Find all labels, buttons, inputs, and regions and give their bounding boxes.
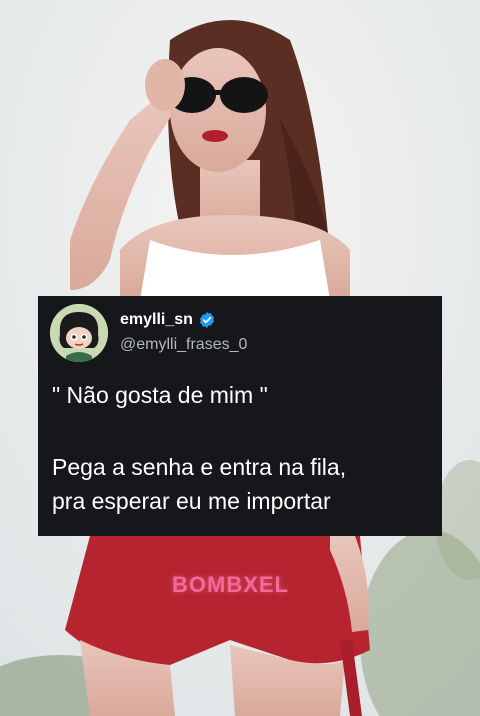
verified-badge-icon — [199, 312, 214, 328]
watermark: BOMBXEL — [172, 572, 289, 597]
username[interactable]: emylli_sn — [120, 311, 216, 329]
tweet-text-line: pra esperar eu me importar — [52, 488, 331, 514]
tweet-card: emylli_sn @emylli_frases_0 " Não gosta d… — [38, 296, 442, 536]
tweet-text-line: Pega a senha e entra na fila, — [52, 454, 347, 480]
tweet-quote: " Não gosta de mim " — [52, 382, 268, 408]
username-text: emylli_sn — [120, 311, 193, 328]
avatar[interactable] — [50, 304, 108, 362]
handle[interactable]: @emylli_frases_0 — [120, 336, 247, 354]
